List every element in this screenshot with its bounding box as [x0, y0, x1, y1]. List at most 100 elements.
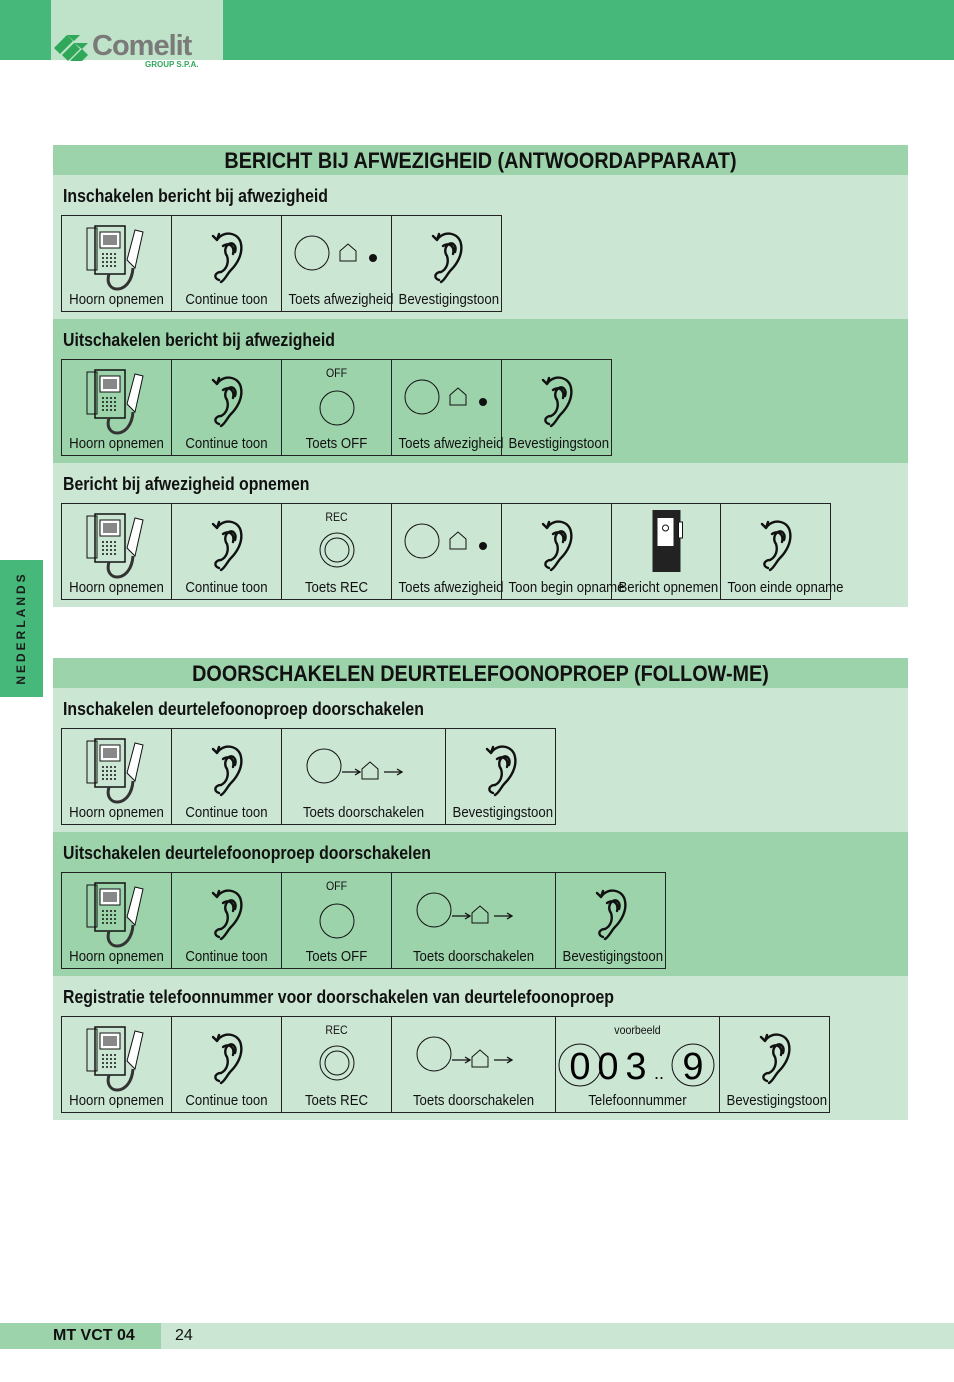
step-row: Hoorn opnemen Continue toon REC Toets REC To… — [61, 503, 844, 600]
procedure-title: Registratie telefoonnummer voor doorscha… — [63, 987, 614, 1007]
ear-icon — [485, 745, 517, 797]
section-answering-machine: BERICHT BIJ AFWEZIGHEID (ANTWOORDAPPARAA… — [53, 145, 908, 607]
step-caption: voorbeeld — [614, 1023, 661, 1037]
step-cell: Toon begin opname — [502, 504, 625, 599]
ear-icon — [759, 1033, 791, 1085]
step-cell: Continue toon — [172, 1017, 282, 1112]
step-cell: REC Toets REC — [282, 1017, 392, 1112]
step-row: Hoorn opnemen Continue toon REC Toets REC To… — [61, 1016, 830, 1113]
ear-icon — [211, 1033, 243, 1085]
step-cell: Bevestigingstoon — [446, 729, 556, 824]
step-label: Continue toon — [185, 579, 268, 596]
step-label: Hoorn opnemen — [69, 1092, 164, 1109]
step-row: Hoorn opnemen Continue toon Toets doorscha… — [61, 728, 556, 825]
phone-digit: 0 — [569, 1046, 590, 1088]
step-label: Toon einde opname — [727, 579, 844, 596]
procedure-title: Uitschakelen deurtelefoonoproep doorscha… — [63, 843, 431, 863]
step-label: Bevestigingstoon — [508, 435, 610, 452]
procedure-title: Bericht bij afwezigheid opnemen — [63, 474, 310, 494]
handset-icon — [86, 738, 144, 804]
ear-icon — [595, 889, 627, 941]
step-row: Hoorn opnemen Continue toon OFF Toets OFF To… — [61, 872, 666, 969]
step-label: Bevestigingstoon — [398, 291, 500, 308]
step-cell: Hoorn opnemen — [62, 1017, 172, 1112]
step-cell: Continue toon — [172, 216, 282, 311]
step-cell: Toets afwezigheid — [392, 360, 503, 455]
language-tab: NEDERLANDS — [0, 560, 43, 697]
procedure-block: Registratie telefoonnummer voor doorscha… — [53, 976, 908, 1120]
ear-icon — [211, 745, 243, 797]
step-label: Toets doorschakelen — [412, 1092, 535, 1109]
step-cell: Hoorn opnemen — [62, 360, 172, 455]
step-label: Continue toon — [185, 435, 268, 452]
procedure-title: Uitschakelen bericht bij afwezigheid — [63, 330, 335, 350]
step-cell: Bevestigingstoon — [556, 873, 666, 968]
step-cell: REC Toets REC — [282, 504, 392, 599]
step-label: Bevestigingstoon — [562, 948, 664, 965]
step-label: Toets afwezigheid — [288, 291, 394, 308]
phone-digit: .. — [654, 1063, 664, 1083]
step-cell: Hoorn opnemen — [62, 873, 172, 968]
section-title: BERICHT BIJ AFWEZIGHEID (ANTWOORDAPPARAA… — [53, 145, 908, 175]
step-label: Toets doorschakelen — [412, 948, 535, 965]
procedure-block: Uitschakelen deurtelefoonoproep doorscha… — [53, 832, 908, 976]
procedure-title: Inschakelen deurtelefoonoproep doorschak… — [63, 699, 424, 719]
step-label: Hoorn opnemen — [69, 804, 164, 821]
step-cell: OFF Toets OFF — [282, 873, 392, 968]
button-house-dot-icon — [404, 379, 487, 415]
language-tab-label: NEDERLANDS — [14, 571, 28, 685]
handset-icon — [86, 225, 144, 291]
step-label: Hoorn opnemen — [69, 435, 164, 452]
section-title-text: BERICHT BIJ AFWEZIGHEID (ANTWOORDAPPARAA… — [95, 145, 866, 175]
step-cell: 0 0 3.. 9 voorbeeld Telefoonnummer — [556, 1017, 720, 1112]
comelit-logo-mark-icon — [54, 35, 88, 61]
step-label: Hoorn opnemen — [69, 948, 164, 965]
step-cell: Continue toon — [172, 360, 282, 455]
page: Comelit GROUP S.P.A. NEDERLANDS BERICHT … — [0, 0, 954, 1382]
step-cell: Bevestigingstoon — [502, 360, 612, 455]
recorder-icon — [652, 510, 683, 572]
ear-icon — [211, 232, 243, 284]
handset-icon — [86, 369, 144, 435]
step-cell: Hoorn opnemen — [62, 504, 172, 599]
handset-icon — [86, 513, 144, 579]
phone-digit: 9 — [682, 1046, 703, 1088]
step-cell: Bevestigingstoon — [720, 1017, 830, 1112]
button-house-dot-icon — [294, 235, 377, 271]
step-label: Hoorn opnemen — [69, 579, 164, 596]
step-label: Continue toon — [185, 291, 268, 308]
button-arrow-house-arrow-icon — [416, 1036, 514, 1072]
step-caption: OFF — [325, 879, 348, 893]
step-caption: OFF — [325, 366, 348, 380]
ear-icon — [211, 889, 243, 941]
step-label: Continue toon — [185, 1092, 268, 1109]
document-code: MT VCT 04 — [53, 1327, 135, 1344]
step-label: Toets OFF — [305, 948, 368, 965]
step-cell: Toets afwezigheid — [392, 504, 503, 599]
step-caption: REC — [325, 1023, 348, 1037]
handset-icon — [86, 882, 144, 948]
step-cell: Toets afwezigheid — [282, 216, 394, 311]
logo-subtitle: GROUP S.P.A. — [145, 60, 199, 69]
step-cell: Continue toon — [172, 729, 282, 824]
ear-icon — [760, 520, 792, 572]
step-label: Toon begin opname — [508, 579, 625, 596]
step-label: Toets REC — [304, 579, 369, 596]
ear-icon — [541, 520, 573, 572]
step-label: Continue toon — [185, 804, 268, 821]
procedure-block: Inschakelen deurtelefoonoproep doorschak… — [53, 688, 908, 832]
step-cell: Bericht opnemen — [612, 504, 721, 599]
procedure-block: Inschakelen bericht bij afwezigheid Hoorn… — [53, 175, 908, 319]
step-cell: Continue toon — [172, 504, 282, 599]
step-label: Telefoonnummer — [588, 1092, 687, 1109]
step-row: Hoorn opnemen Continue toon Toets afwezigh… — [61, 215, 502, 312]
step-cell: Toon einde opname — [721, 504, 844, 599]
procedure-title: Inschakelen bericht bij afwezigheid — [63, 186, 328, 206]
step-cell: Toets doorschakelen — [392, 873, 556, 968]
step-cell: Hoorn opnemen — [62, 729, 172, 824]
step-label: Toets OFF — [305, 435, 368, 452]
button-arrow-house-arrow-icon — [306, 748, 404, 784]
step-cell: Bevestigingstoon — [392, 216, 502, 311]
step-cell: Toets doorschakelen — [392, 1017, 556, 1112]
handset-icon — [86, 1026, 144, 1092]
